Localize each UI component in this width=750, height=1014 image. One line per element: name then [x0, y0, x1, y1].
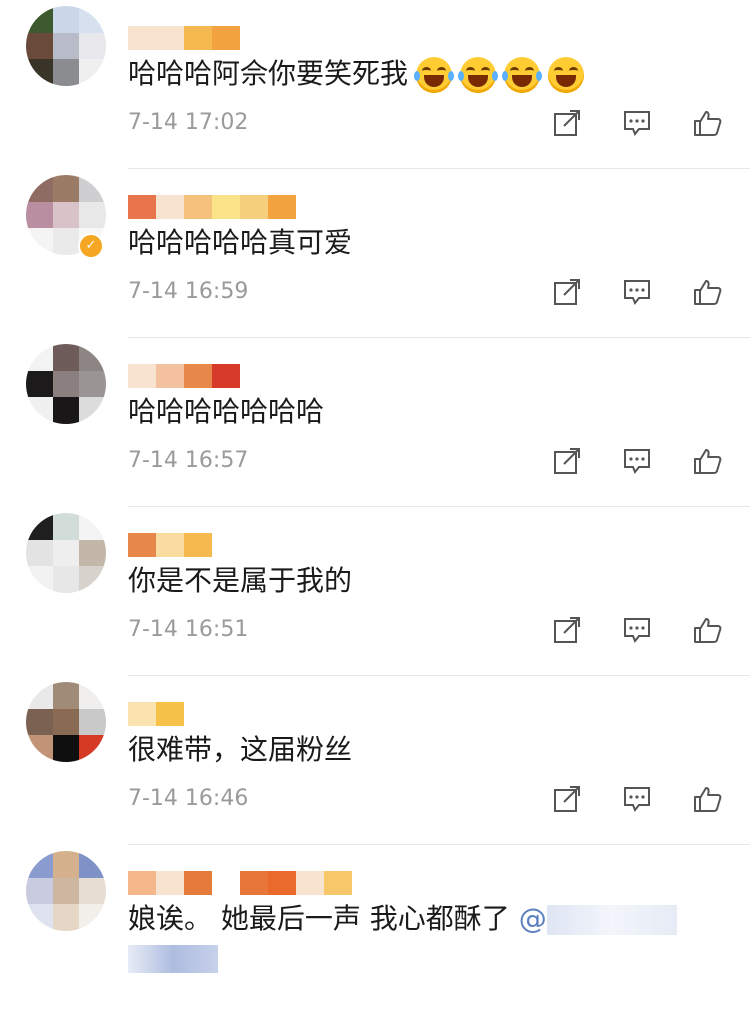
avatar[interactable]: [26, 344, 106, 424]
reply-button[interactable]: [622, 108, 652, 138]
reply-icon: [624, 787, 650, 812]
like-button[interactable]: [692, 108, 722, 138]
username[interactable]: [128, 26, 240, 50]
avatar[interactable]: [26, 851, 106, 931]
verified-badge-icon: ✓: [78, 233, 104, 259]
mention-username-blurred[interactable]: [546, 905, 677, 935]
share-button[interactable]: [552, 784, 582, 814]
share-button[interactable]: [552, 446, 582, 476]
reply-icon: [624, 618, 650, 643]
comment-item: ✓ 哈哈哈哈哈真可爱 7-14 16:59: [0, 169, 750, 338]
avatar[interactable]: [26, 6, 106, 86]
laugh-cry-emoji: [414, 57, 455, 93]
mention-username-blurred-line2[interactable]: [128, 945, 218, 973]
laugh-cry-emoji: [458, 57, 499, 93]
comment-item: 娘诶。 她最后一声 我心都酥了 @: [0, 845, 750, 1014]
share-button[interactable]: [552, 615, 582, 645]
share-button[interactable]: [552, 277, 582, 307]
laughing-emoji: [548, 57, 585, 93]
comment-actions: [552, 615, 722, 645]
like-icon: [694, 449, 722, 474]
reply-icon: [624, 280, 650, 305]
comment-text: 娘诶。 她最后一声 我心都酥了 @: [128, 901, 677, 973]
username[interactable]: [128, 195, 296, 219]
comment-actions: [552, 784, 722, 814]
timestamp: 7-14 17:02: [128, 110, 249, 135]
comment-actions: [552, 277, 722, 307]
avatar[interactable]: [26, 513, 106, 593]
share-icon: [554, 279, 580, 305]
comment-text: 你是不是属于我的: [128, 563, 352, 599]
comment-text-content: 哈哈哈哈哈哈哈: [128, 395, 325, 428]
share-icon: [554, 786, 580, 812]
like-button[interactable]: [692, 615, 722, 645]
like-button[interactable]: [692, 277, 722, 307]
share-button[interactable]: [552, 108, 582, 138]
comment-text: 很难带，这届粉丝: [128, 732, 352, 768]
like-icon: [694, 111, 722, 136]
username[interactable]: [128, 871, 352, 895]
reply-icon: [624, 449, 650, 474]
comment-text-content: 哈哈哈哈哈真可爱: [128, 226, 353, 259]
username[interactable]: [128, 364, 240, 388]
timestamp: 7-14 16:51: [128, 617, 249, 642]
laugh-cry-emoji: [502, 57, 543, 93]
like-icon: [694, 618, 722, 643]
reply-button[interactable]: [622, 615, 652, 645]
comment-actions: [552, 108, 722, 138]
comment-text-content: 娘诶。 她最后一声 我心都酥了: [128, 902, 510, 935]
share-icon: [554, 110, 580, 136]
comment-item: 哈哈哈哈哈哈哈 7-14 16:57: [0, 338, 750, 507]
comment-actions: [552, 446, 722, 476]
reply-button[interactable]: [622, 784, 652, 814]
reply-button[interactable]: [622, 277, 652, 307]
comment-item: 你是不是属于我的 7-14 16:51: [0, 507, 750, 676]
share-icon: [554, 617, 580, 643]
reply-icon: [624, 111, 650, 136]
reply-button[interactable]: [622, 446, 652, 476]
comment-text-content: 你是不是属于我的: [128, 564, 353, 597]
like-button[interactable]: [692, 446, 722, 476]
comment-text: 哈哈哈哈哈哈哈: [128, 394, 324, 430]
share-icon: [554, 448, 580, 474]
like-icon: [694, 280, 722, 305]
like-icon: [694, 787, 722, 812]
comment-item: 很难带，这届粉丝 7-14 16:46: [0, 676, 750, 845]
comment-text: 哈哈哈哈哈真可爱: [128, 225, 352, 261]
username[interactable]: [128, 702, 184, 726]
comment-text-content: 很难带，这届粉丝: [128, 733, 353, 766]
avatar[interactable]: [26, 682, 106, 762]
like-button[interactable]: [692, 784, 722, 814]
timestamp: 7-14 16:46: [128, 786, 249, 811]
comment-text-content: 哈哈哈阿佘你要笑死我: [128, 57, 409, 90]
username[interactable]: [128, 533, 212, 557]
timestamp: 7-14 16:59: [128, 279, 249, 304]
comment-item: 哈哈哈阿佘你要笑死我 7-14 17:02: [0, 0, 750, 169]
timestamp: 7-14 16:57: [128, 448, 249, 473]
comment-text: 哈哈哈阿佘你要笑死我: [128, 56, 585, 93]
mention-link[interactable]: @: [519, 902, 547, 935]
